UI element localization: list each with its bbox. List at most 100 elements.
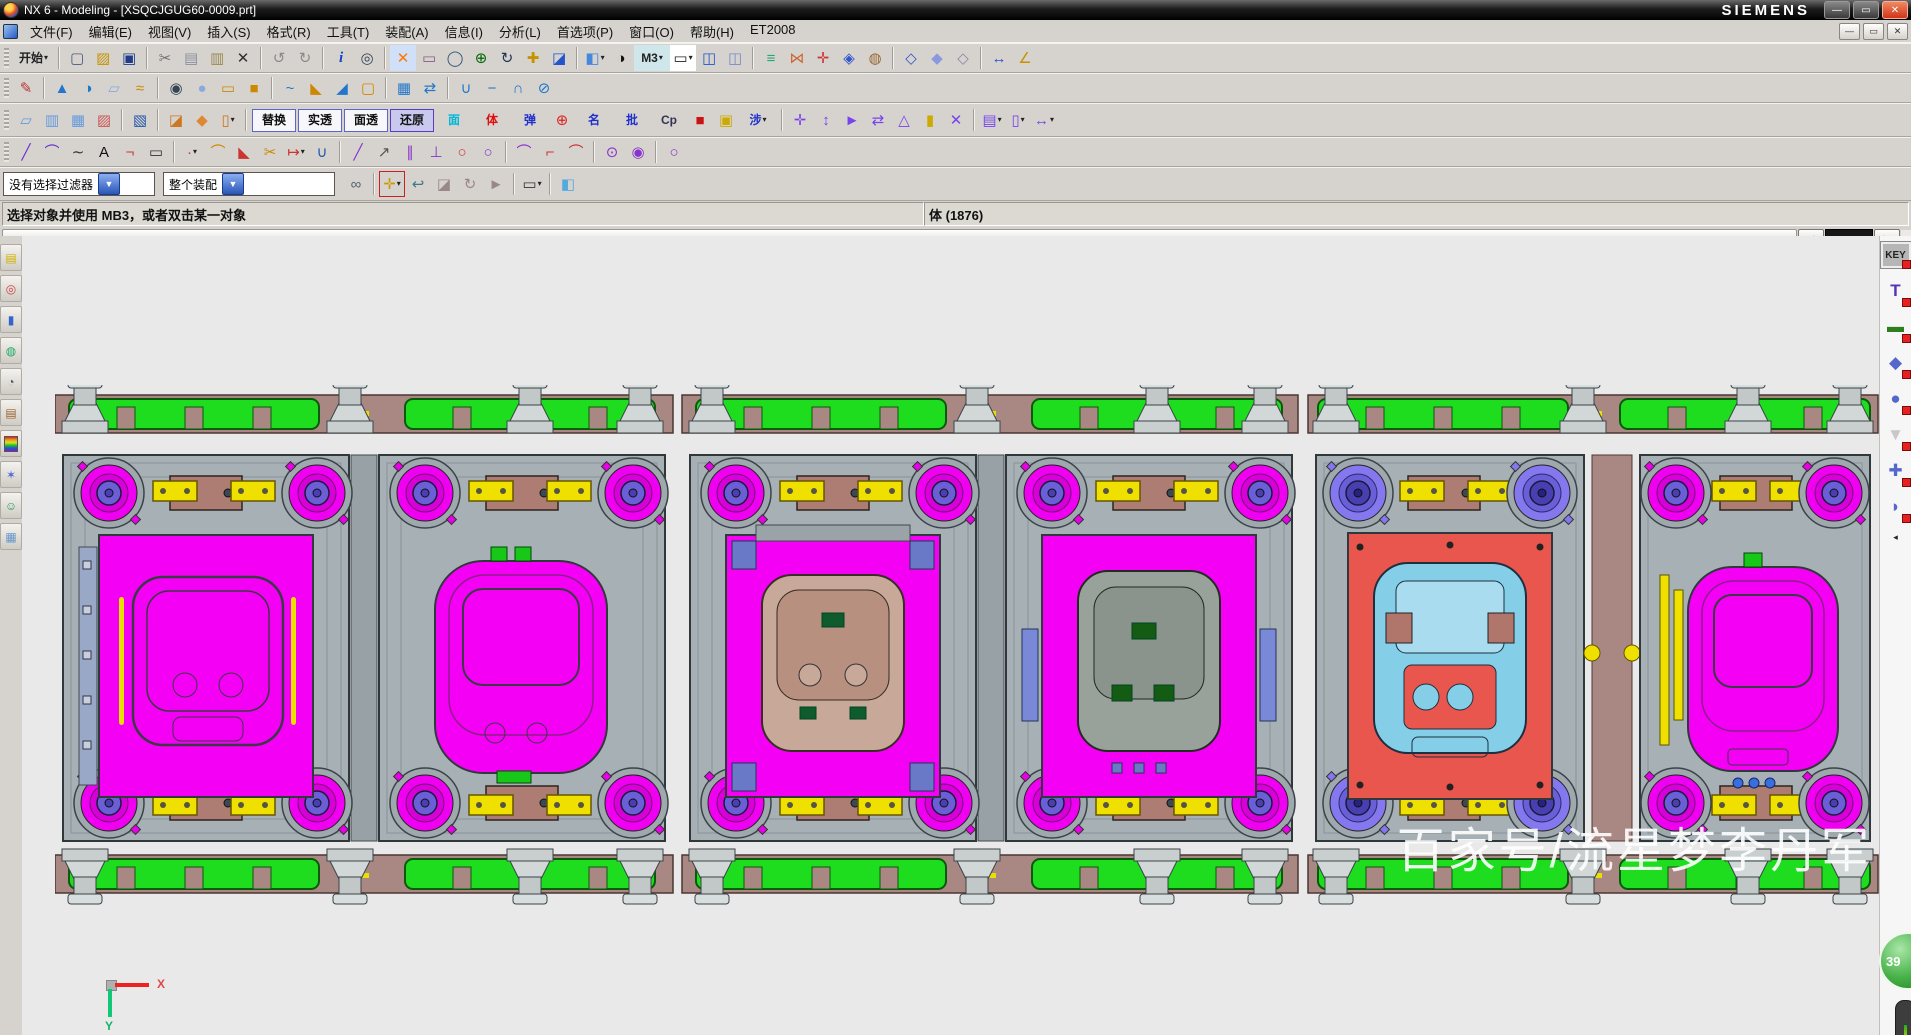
replace-component-button[interactable]: ⇄	[865, 107, 891, 133]
find-component-button[interactable]: ◎	[354, 45, 380, 71]
bracket-template[interactable]: ◆	[1883, 350, 1909, 376]
sketch-button[interactable]: ✎	[13, 75, 39, 101]
t-slot-template[interactable]: T	[1883, 278, 1909, 304]
menu-item-7[interactable]: 装配(A)	[377, 20, 436, 43]
face-transparency-button[interactable]: 面透	[344, 109, 388, 132]
shell-button[interactable]: ▢	[355, 75, 381, 101]
parallel-line-button[interactable]: ∥	[397, 139, 423, 165]
doc-close-button[interactable]: ✕	[1887, 23, 1908, 40]
point-arc-button[interactable]: ⌒	[511, 139, 537, 165]
swept-surface-button[interactable]: ▨	[91, 107, 117, 133]
selection-filter-dropdown[interactable]: 没有选择过滤器 ▼	[3, 172, 155, 196]
derived-line-button[interactable]: ╱	[345, 139, 371, 165]
color-palette-button[interactable]: ◍	[862, 45, 888, 71]
constraint-navigator-tab[interactable]: ◎	[0, 275, 22, 302]
view-layout-dropdown[interactable]: M3▾	[634, 45, 670, 71]
through-curves-button[interactable]: ▥	[39, 107, 65, 133]
unite-button[interactable]: ∪	[453, 75, 479, 101]
thicken-button[interactable]: ▯▾	[215, 107, 241, 133]
history-tab[interactable]: ◔	[0, 368, 22, 395]
menu-item-2[interactable]: 编辑(E)	[81, 20, 140, 43]
circle-center-button[interactable]: ⊙	[599, 139, 625, 165]
datum-plane-button[interactable]: ▱	[101, 75, 127, 101]
menu-item-5[interactable]: 格式(R)	[259, 20, 319, 43]
trim-curve-button[interactable]: ✂	[257, 139, 283, 165]
measure-distance-button[interactable]: ↔	[986, 45, 1012, 71]
part-navigator-tab[interactable]: ▮	[0, 306, 22, 333]
menu-item-3[interactable]: 视图(V)	[140, 20, 199, 43]
zoom-in-out-button[interactable]: ⊕	[468, 45, 494, 71]
pan-view-button[interactable]: ✚	[520, 45, 546, 71]
lift-component-button[interactable]: ↕	[813, 107, 839, 133]
circle-point-button[interactable]: ◉	[625, 139, 651, 165]
assembly-constraints-button[interactable]: ⋈	[784, 45, 810, 71]
fillet-curve-button[interactable]: ⌒	[205, 139, 231, 165]
drag-view-button[interactable]: ►	[483, 171, 509, 197]
boss-button[interactable]: ●	[189, 75, 215, 101]
fit-view-button[interactable]: ✕	[390, 45, 416, 71]
render-style-button[interactable]: ◑	[608, 45, 634, 71]
delete-button[interactable]: ✕	[230, 45, 256, 71]
menu-item-10[interactable]: 首选项(P)	[549, 20, 621, 43]
menu-item-6[interactable]: 工具(T)	[319, 20, 378, 43]
palette-collapse-arrow[interactable]: ◂	[1893, 532, 1898, 543]
copy-component-dropdown[interactable]: ▤▾	[979, 107, 1005, 133]
promote-body-button[interactable]: ◆	[924, 45, 950, 71]
cut-button[interactable]: ✂	[152, 45, 178, 71]
copy-display-button[interactable]: Cp	[651, 107, 687, 133]
palettes-tab[interactable]: ▤	[0, 399, 22, 426]
paste-button[interactable]: ▥	[204, 45, 230, 71]
perspective-button[interactable]: ◪	[546, 45, 572, 71]
interpart-link-button[interactable]: ◇	[898, 45, 924, 71]
replace-reference-set-button[interactable]: 替换	[252, 109, 296, 132]
orient-view-dropdown[interactable]: ◧▾	[582, 45, 608, 71]
roles-tab[interactable]: ☺	[0, 492, 22, 519]
menu-item-8[interactable]: 信息(I)	[437, 20, 491, 43]
component-list-dropdown[interactable]: ▯▾	[1005, 107, 1031, 133]
trim-body-button[interactable]: ⊘	[531, 75, 557, 101]
wave-geometry-linker-button[interactable]: ◈	[836, 45, 862, 71]
graphics-window[interactable]: X Y 百家号/流星梦李丹军	[22, 236, 1880, 1035]
fitting-template[interactable]: ✚	[1883, 458, 1909, 484]
undo-button[interactable]: ↺	[266, 45, 292, 71]
chamfer-curve-button[interactable]: ◣	[231, 139, 257, 165]
menu-item-9[interactable]: 分析(L)	[491, 20, 549, 43]
interpart-selection-button[interactable]: ∞	[343, 171, 369, 197]
revolve-component-button[interactable]: △	[891, 107, 917, 133]
toolbar-drag-handle[interactable]	[4, 110, 9, 130]
show-and-hide-button[interactable]: ◫	[696, 45, 722, 71]
draft-button[interactable]: ◢	[329, 75, 355, 101]
block-template[interactable]: ▬	[1883, 314, 1909, 340]
trimmed-sheet-button[interactable]: ◪	[163, 107, 189, 133]
assembly-navigator-tab[interactable]: ▤	[0, 244, 22, 271]
cylinder-component-button[interactable]: ▮	[917, 107, 943, 133]
studio-spline-button[interactable]: ∼	[65, 139, 91, 165]
line-button[interactable]: ╱	[13, 139, 39, 165]
measure-angle-button[interactable]: ∠	[1012, 45, 1038, 71]
revolve-button[interactable]: ◑	[75, 75, 101, 101]
wireframe-cube-button[interactable]: ▣	[713, 107, 739, 133]
snap-point-dropdown[interactable]: ✛▾	[379, 171, 405, 197]
body-display-button[interactable]: 体	[473, 107, 511, 133]
start-menu-button[interactable]: 开始▾	[13, 45, 54, 71]
popup-display-button[interactable]: 弹	[511, 107, 549, 133]
component-measure-dropdown[interactable]: ↔▾	[1031, 107, 1057, 133]
information-button[interactable]: i	[328, 45, 354, 71]
batch-display-button[interactable]: 批	[613, 107, 651, 133]
overlay-slider[interactable]	[1895, 1000, 1911, 1035]
menu-item-12[interactable]: 帮助(H)	[682, 20, 742, 43]
immediate-hide-button[interactable]: ◫	[722, 45, 748, 71]
drag-component-button[interactable]: ►	[839, 107, 865, 133]
open-file-button[interactable]: ▨	[90, 45, 116, 71]
selection-rectangle-dropdown[interactable]: ▭▾	[519, 171, 545, 197]
rotate-view-button[interactable]: ↻	[494, 45, 520, 71]
link-face-button[interactable]: ◇	[950, 45, 976, 71]
elbow-template[interactable]: ◗	[1883, 494, 1909, 520]
swept-button[interactable]: ≈	[127, 75, 153, 101]
extrude-button[interactable]: ▲	[49, 75, 75, 101]
deselect-last-button[interactable]: ↩	[405, 171, 431, 197]
move-component-button[interactable]: ✛	[787, 107, 813, 133]
close-button[interactable]: ✕	[1882, 1, 1908, 19]
ruled-surface-button[interactable]: ▱	[13, 107, 39, 133]
zoom-box-button[interactable]: ▭	[416, 45, 442, 71]
